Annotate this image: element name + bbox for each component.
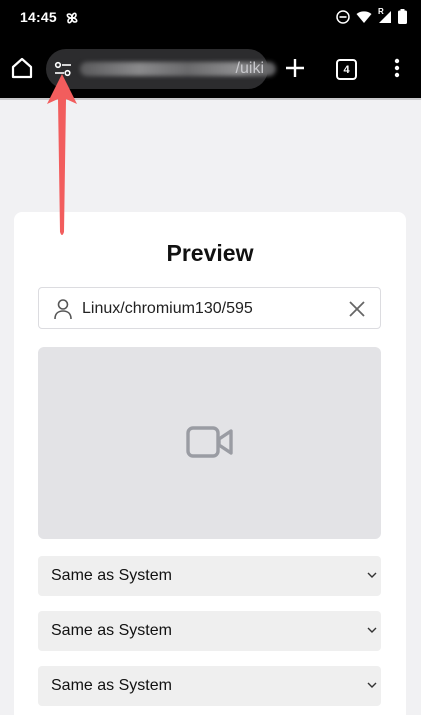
- battery-icon: [398, 9, 407, 24]
- page-title: Preview: [166, 240, 254, 266]
- select-value: Same as System: [51, 622, 172, 639]
- chevron-down-icon: [367, 572, 377, 578]
- select-value: Same as System: [51, 567, 172, 584]
- video-preview: [38, 347, 381, 539]
- url-text: /uiki: [235, 60, 264, 77]
- status-time: 14:45: [20, 9, 57, 25]
- chevron-down-icon: [367, 682, 377, 688]
- status-bar: 14:45 R: [0, 0, 421, 36]
- close-icon[interactable]: [348, 300, 366, 318]
- chevron-down-icon: [367, 627, 377, 633]
- video-camera-icon: [186, 426, 233, 458]
- select-value: Same as System: [51, 677, 172, 694]
- preview-card: Preview Linux/chromium130/595 Same as Sy…: [14, 212, 406, 715]
- pinwheel-icon: [66, 12, 78, 24]
- more-vert-icon[interactable]: [390, 58, 404, 78]
- select-setting-3[interactable]: Same as System: [38, 666, 381, 706]
- user-agent-field[interactable]: Linux/chromium130/595: [38, 287, 381, 329]
- select-setting-1[interactable]: Same as System: [38, 556, 381, 596]
- roaming-badge: R: [378, 6, 384, 16]
- plus-icon[interactable]: [284, 57, 306, 79]
- home-icon[interactable]: [10, 56, 34, 80]
- user-agent-value: Linux/chromium130/595: [82, 300, 253, 317]
- signal-icon: R: [378, 6, 392, 24]
- wifi-icon: [356, 10, 372, 23]
- dnd-icon: [336, 9, 350, 24]
- person-icon: [54, 299, 72, 320]
- select-setting-2[interactable]: Same as System: [38, 611, 381, 651]
- annotation-arrow: [47, 74, 77, 235]
- tab-switcher-button[interactable]: 4: [336, 59, 357, 80]
